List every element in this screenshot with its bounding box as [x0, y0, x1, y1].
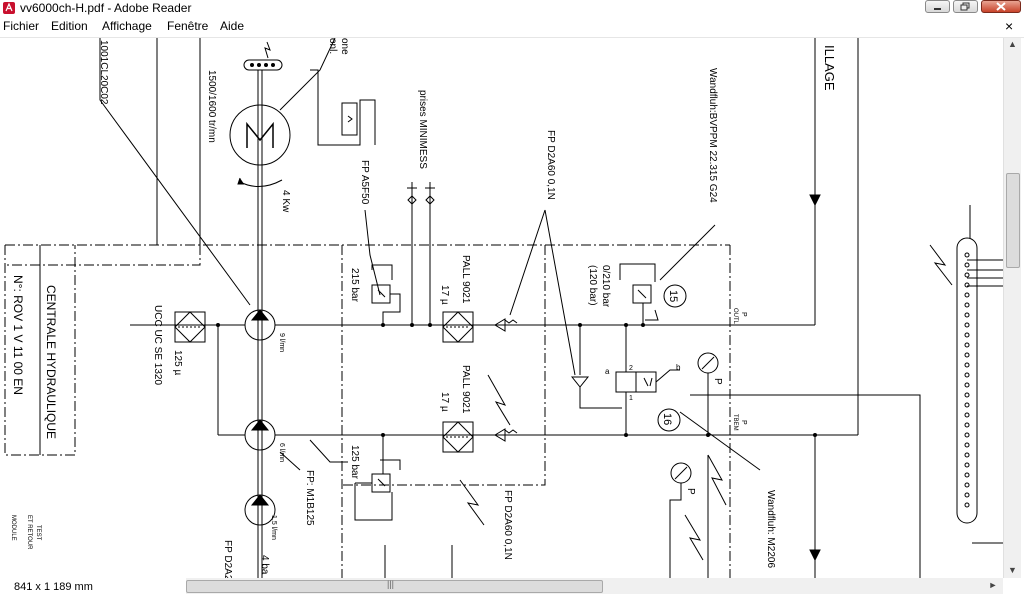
label-wandfluh-top: Wandfluh:BVPPM 22.315 G24: [707, 68, 718, 203]
label-pall-bot: PALL 9021: [460, 365, 471, 414]
menu-edition[interactable]: Edition: [51, 19, 88, 33]
label-ucc: UCC UC SE 1320: [152, 305, 163, 385]
label-tbem: TBEM: [732, 414, 738, 431]
label-illage: ILLAGE: [822, 45, 837, 91]
label-prises-minimess: prises MINIMESS: [417, 90, 428, 169]
label-callout-16: 16: [661, 413, 673, 425]
scroll-grip-icon: |||: [387, 579, 395, 589]
label-wandfluh-bot: Wandfluh: M2206: [765, 490, 776, 568]
label-module: MODULE: [10, 515, 16, 541]
restore-icon: [960, 2, 970, 11]
minimize-button[interactable]: [925, 0, 950, 13]
menu-aide[interactable]: Aide: [220, 19, 244, 33]
label-test: TEST: [35, 525, 41, 541]
scroll-up-button[interactable]: ▲: [1004, 39, 1021, 49]
label-motor-power: 4 Kw: [280, 190, 291, 213]
label-motor-speed: 1500/1600 tr/mn: [206, 70, 217, 143]
scroll-right-button[interactable]: ►: [986, 580, 1000, 590]
label-17mu-bot: 17 µ: [439, 392, 450, 412]
label-p-tbem: P: [740, 420, 747, 425]
hydraulic-schematic: 1001CL20C02 one onl. 1500/1600 tr/mn 4 K…: [4, 38, 1003, 578]
label-pressure-set2: (120 bar): [587, 265, 598, 306]
label-fp-d2a60-top: FP D2A60 0,1N: [545, 130, 556, 200]
label-pall-top: PALL 9021: [460, 255, 471, 304]
label-code-top: 1001CL20C02: [98, 40, 109, 105]
label-4ba: 4 ba: [259, 555, 270, 575]
vertical-scroll-thumb[interactable]: [1006, 173, 1020, 268]
label-215-bar: 215 bar: [349, 268, 360, 303]
close-icon: [996, 2, 1006, 11]
label-flow-15: 1.5 l/mn: [270, 515, 277, 540]
label-centrale: CENTRALE HYDRAULIQUE: [44, 285, 58, 439]
restore-button[interactable]: [953, 0, 978, 13]
label-port-2: 2: [629, 365, 633, 372]
label-port-a: a: [605, 367, 610, 376]
label-125mu: 125 µ: [172, 350, 183, 375]
label-pressure-set: 0/210 bar: [600, 265, 611, 308]
menu-fenetre[interactable]: Fenêtre: [167, 19, 208, 33]
terminal-strip: [956, 237, 978, 524]
status-bar: 841 x 1 189 mm: [0, 578, 186, 600]
page-size-label: 841 x 1 189 mm: [14, 581, 93, 593]
label-callout-15: 15: [667, 290, 679, 302]
label-et-retour: ET RETOUR: [26, 515, 32, 550]
horizontal-scrollbar[interactable]: ◄ ||| ►: [186, 578, 1003, 594]
label-fp-d2a: FP D2A2: [222, 540, 233, 578]
horizontal-scroll-thumb[interactable]: |||: [186, 579, 603, 593]
label-flow-9: 9 l/mn: [278, 333, 285, 352]
label-flow-6: 6 l/mn: [278, 443, 285, 462]
adobe-reader-icon: [3, 2, 15, 14]
menu-fichier[interactable]: Fichier: [3, 19, 39, 33]
label-one: one: [339, 38, 350, 55]
label-rov: N°: ROV 1 V 11 00 EN: [11, 275, 25, 395]
label-port-1: 1: [629, 395, 633, 402]
vertical-scrollbar[interactable]: ▲ ▼: [1003, 38, 1021, 578]
label-port-b: b: [676, 363, 681, 372]
motor-symbol: [229, 104, 291, 166]
label-fp-d2a60-bot: FP D2A60 0,1N: [502, 490, 513, 560]
label-fp-m1b125: FP: M1B125: [304, 470, 315, 526]
window-title: vv6000ch-H.pdf - Adobe Reader: [20, 1, 192, 15]
minimize-icon: [934, 8, 941, 10]
close-button[interactable]: [981, 0, 1021, 13]
scroll-down-button[interactable]: ▼: [1004, 565, 1021, 575]
label-p-gauge-2: P: [685, 488, 696, 495]
label-125-bar: 125 bar: [349, 445, 360, 480]
label-p-gauge-1: P: [712, 378, 723, 385]
label-onl: onl.: [327, 38, 338, 54]
label-17mu-top: 17 µ: [439, 285, 450, 305]
title-bar: vv6000ch-H.pdf - Adobe Reader: [0, 0, 1024, 16]
label-p-out: P: [740, 312, 747, 317]
close-document-button[interactable]: ×: [1005, 18, 1013, 34]
document-view[interactable]: 1001CL20C02 one onl. 1500/1600 tr/mn 4 K…: [0, 38, 1003, 578]
menu-bar: Fichier Edition Affichage Fenêtre Aide ×: [0, 16, 1024, 38]
label-fp-a5f50: FP A5F50: [359, 160, 370, 205]
label-outl: OUTL: [732, 308, 738, 325]
menu-affichage[interactable]: Affichage: [102, 19, 152, 33]
